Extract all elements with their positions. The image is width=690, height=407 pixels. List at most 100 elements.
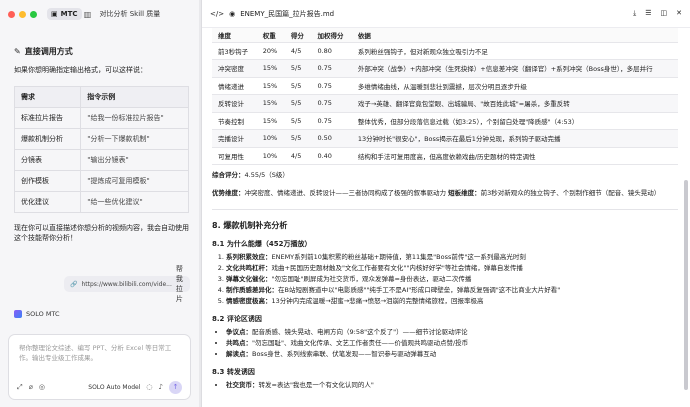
table-cell: "提炼成可复用模板" [80, 169, 189, 192]
list-icon[interactable]: ☰ [645, 9, 651, 18]
list-item-text: Boss身世、系列线索串联、伏笔发现——智识参与驱动弹幕互动 [252, 349, 437, 358]
table-cell: "给我一份标准拉片报告" [80, 106, 189, 129]
table-cell: 4/5 [284, 147, 312, 165]
message-composer[interactable]: 帮你整理论文综述、编写 PPT、分析 Excel 等日常工作。输出专业级工作成果… [8, 334, 191, 400]
table-cell: 5/5 [284, 112, 312, 130]
list-item-label: 共鸣点： [226, 338, 252, 347]
model-selector[interactable]: SOLO Auto Model [88, 384, 140, 391]
table-cell: 15% [256, 77, 285, 95]
preview-icon[interactable]: ◉ [229, 10, 235, 18]
summary-text: 前3秒对新观众的独立钩子、个别制作细节（配音、镜头晃动） [480, 188, 661, 197]
total-value: 4.55/5（S级） [244, 171, 289, 179]
table-row: 分镜表 "输出分镜表" [13, 148, 189, 171]
mic-icon[interactable]: ♪ [159, 383, 163, 391]
list-item-text: 配音质感、镜头晃动、电闸方向（9:58"这个反了"）——细节讨论驱动评论 [252, 327, 468, 336]
app-switcher[interactable]: ▣ MTC [47, 8, 82, 20]
table-cell: 0.75 [311, 77, 352, 95]
table-cell: 结构和手法可复用度高，但高度依赖戏曲/历史题材的特定调性 [351, 147, 678, 165]
table-row: 节奏控制 15% 5/5 0.75 整体优秀，但部分段落信息过载（如3:25），个别留白… [212, 112, 678, 130]
table-row: 爆款机制分析 "分析一下爆款机制" [13, 127, 189, 150]
agent-name: SOLO MTC [26, 310, 60, 318]
list-item-text: 转发=表达"我也是一个有文化认同的人" [258, 381, 374, 389]
list-item-label: 系列积累效应： [226, 252, 272, 261]
table-cell: 5/5 [284, 59, 312, 78]
table-cell: 0.80 [311, 42, 352, 60]
scrollbar[interactable] [684, 180, 688, 390]
list-item-text: "勿忘国耻"、戏曲文化传承、文艺工作者责任——价值观共鸣驱动点赞/投币 [252, 338, 469, 347]
table-cell: 可复用性 [212, 147, 257, 165]
table-cell: 情绪递进 [212, 77, 257, 95]
attach-icon[interactable]: ⌀ [29, 383, 33, 391]
maximize-window-button[interactable] [30, 10, 37, 18]
table-row: 情绪递进 15% 5/5 0.75 多维情绪曲线，从温暖到悲壮到震撼，层次分明且逐步升级 [212, 77, 678, 95]
list-item-label: 制作质感差异化： [226, 285, 278, 294]
summary-label: 优势维度： [212, 188, 245, 197]
command-table: 需求 指令示例 标准拉片报告 "给我一份标准拉片报告" 爆款机制分析 "分析一下爆款… [13, 85, 189, 213]
score-table: 维度 权重 得分 加权得分 依据 前3秒钩子 20% 4/5 0.80 系列粉丝强钩子，… [212, 28, 678, 165]
section-heading: 8. 爆款机制补充分析 [212, 220, 288, 230]
code-view-icon[interactable]: </> [210, 10, 224, 18]
section-heading-text: 直接调用方式 [24, 47, 73, 56]
table-cell: 4/5 [284, 42, 312, 60]
table-cell: 多维情绪曲线，从温暖到悲壮到震撼，层次分明且逐步升级 [351, 77, 678, 95]
left-topbar: ▣ MTC ▥ 对比分析 Skill 质量 [0, 0, 199, 28]
mention-icon[interactable]: ◌ [146, 383, 152, 391]
table-header: 加权得分 [311, 28, 352, 43]
send-button[interactable]: ↑ [169, 380, 182, 394]
table-cell: 15% [256, 59, 285, 78]
pen-icon: ✎ [14, 47, 21, 56]
table-row: 创作模板 "提炼成可复用模板" [13, 169, 189, 192]
list-item: 共鸣点："勿忘国耻"、戏曲文化传承、文艺工作者责任——价值观共鸣驱动点赞/投币 [226, 338, 678, 348]
list-item-text: 在B站短剧赛道中以"电影质感""纯手工不是AI"形成口碑壁垒，弹幕反复强调"这不… [278, 285, 561, 294]
summary-label: 短板维度： [448, 188, 481, 197]
download-icon[interactable]: ⤓ [633, 9, 636, 18]
table-header: 指令示例 [80, 85, 189, 108]
list-item: 制作质感差异化：在B站短剧赛道中以"电影质感""纯手工不是AI"形成口碑壁垒，弹… [226, 285, 678, 295]
expand-icon[interactable]: ⤢ [17, 383, 23, 392]
composer-placeholder[interactable]: 帮你整理论文综述、编写 PPT、分析 Excel 等日常工作。输出专业级工作成果… [19, 344, 184, 364]
table-cell: 外部冲突（战争）+内部冲突（生死抉择）+信息差冲突（翻译官）+系列冲突（Boss… [351, 59, 678, 78]
close-window-button[interactable] [8, 10, 15, 18]
list-item: 社交货币：转发=表达"我也是一个有文化认同的人" [226, 380, 678, 390]
list-item: 解读点：Boss身世、系列线索串联、伏笔发现——智识参与驱动弹幕互动 [226, 349, 678, 359]
list-item-label: 文化共鸣杠杆： [226, 263, 272, 272]
list-item-label: 弹幕文化催化： [226, 274, 272, 283]
divider [212, 208, 678, 210]
globe-icon[interactable]: ◎ [39, 383, 45, 391]
app-name: MTC [60, 10, 78, 18]
table-cell: 前3秒钩子 [212, 42, 257, 60]
subsection-heading: 8.3 转发诱因 [212, 368, 255, 376]
table-cell: 20% [256, 42, 285, 60]
intro-text: 如果你想明确指定输出格式，可以这样说： [14, 66, 147, 74]
list-item-text: "勿忘国耻"刷屏成为社交货币，观众发弹幕=身份表达，驱动二次传播 [271, 274, 472, 283]
agent-avatar [14, 310, 22, 318]
table-cell: 10% [256, 129, 285, 148]
agent-label: SOLO MTC [14, 310, 60, 318]
table-cell: 5/5 [284, 94, 312, 113]
list-item-label: 解读点： [226, 349, 252, 358]
comment-triggers-list: 争议点：配音质感、镜头晃动、电闸方向（9:58"这个反了"）——细节讨论驱动评论… [212, 327, 678, 359]
table-row: 完播设计 10% 5/5 0.50 13分钟时长"很安心"，Boss揭示在最后1分钟兑现… [212, 129, 678, 148]
table-header: 维度 [212, 28, 257, 43]
document-viewer: </> ◉ ENEMY_民国篇_拉片报告.md ⤓ ☰ ◫ ✕ 维度 权重 得分… [201, 0, 690, 407]
table-header: 依据 [351, 28, 678, 43]
table-cell: "给一些优化建议" [80, 190, 189, 213]
table-cell: 节奏控制 [212, 112, 257, 130]
table-cell: 0.40 [311, 147, 352, 165]
table-cell: 5/5 [284, 129, 312, 148]
section-heading: ✎ 直接调用方式 [14, 46, 192, 57]
list-item-label: 社交货币： [226, 381, 259, 389]
sidebar-toggle-icon[interactable]: ▥ [82, 8, 94, 20]
share-triggers-list: 社交货币：转发=表达"我也是一个有文化认同的人" [212, 380, 678, 390]
table-cell: 分镜表 [13, 148, 82, 171]
app-logo-icon: ▣ [51, 10, 58, 18]
close-icon[interactable]: ✕ [676, 9, 682, 18]
panel-icon[interactable]: ◫ [661, 9, 668, 18]
link-icon: 🔗 [70, 280, 78, 288]
list-item: 争议点：配音质感、镜头晃动、电闸方向（9:58"这个反了"）——细节讨论驱动评论 [226, 327, 678, 337]
bubble-url[interactable]: https://www.bilibili.com/vide... [81, 281, 171, 288]
list-item-label: 争议点： [226, 327, 252, 336]
user-message-bubble[interactable]: 🔗 https://www.bilibili.com/vide... 帮我拉片 [64, 265, 190, 303]
minimize-window-button[interactable] [19, 10, 26, 18]
list-item: 弹幕文化催化："勿忘国耻"刷屏成为社交货币，观众发弹幕=身份表达，驱动二次传播 [226, 274, 678, 284]
